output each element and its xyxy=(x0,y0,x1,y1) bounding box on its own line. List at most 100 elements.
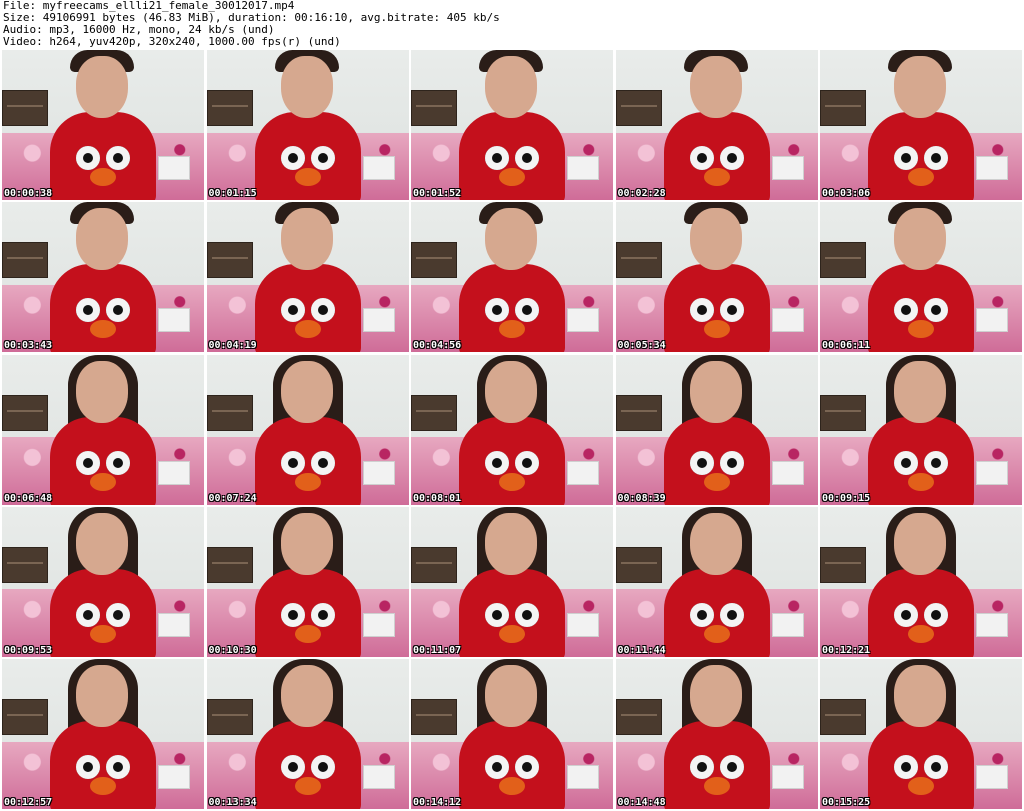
white-box xyxy=(771,308,804,333)
thumbnail-timestamp: 00:06:48 xyxy=(4,492,53,504)
video-info-line: Video: h264, yuv420p, 320x240, 1000.00 f… xyxy=(3,35,341,48)
face xyxy=(894,665,946,727)
shirt-print-eyes xyxy=(76,755,130,779)
white-box xyxy=(771,460,804,485)
shirt-print-nose xyxy=(90,472,116,491)
white-box xyxy=(158,156,190,180)
thumbnail-timestamp: 00:03:06 xyxy=(822,188,871,199)
face xyxy=(280,665,333,727)
face xyxy=(689,665,742,727)
face xyxy=(894,56,946,118)
dresser xyxy=(411,394,457,431)
face xyxy=(689,56,742,118)
thumbnail-timestamp: 00:09:15 xyxy=(822,492,871,504)
video-thumbnail: 00:15:25 xyxy=(820,659,1022,809)
dresser xyxy=(411,90,457,126)
video-thumbnail: 00:03:43 xyxy=(2,202,204,353)
shirt-print-eyes xyxy=(894,450,948,475)
white-box xyxy=(771,156,804,180)
video-thumbnail: 00:06:48 xyxy=(2,354,204,505)
face xyxy=(280,56,333,118)
shirt-print-eyes xyxy=(280,146,335,170)
dresser xyxy=(2,394,48,431)
video-thumbnail: 00:03:06 xyxy=(820,50,1022,200)
face xyxy=(689,360,742,423)
dresser xyxy=(820,699,866,735)
shirt-print-nose xyxy=(908,472,934,491)
white-box xyxy=(158,612,190,637)
video-thumbnail: 00:10:30 xyxy=(206,506,409,657)
video-thumbnail: 00:04:56 xyxy=(411,202,613,353)
dresser xyxy=(2,546,48,583)
dresser xyxy=(615,242,662,279)
shirt-print-nose xyxy=(499,624,525,643)
dresser xyxy=(206,394,253,431)
shirt-print-nose xyxy=(703,168,730,186)
shirt-print-nose xyxy=(703,320,730,339)
video-thumbnail: 00:13:34 xyxy=(206,659,409,809)
video-thumbnail: 00:09:53 xyxy=(2,506,204,657)
dresser xyxy=(2,242,48,279)
face xyxy=(280,512,333,575)
shirt-print-nose xyxy=(499,777,525,795)
face xyxy=(485,665,537,727)
white-box xyxy=(362,460,395,485)
shirt-print-nose xyxy=(703,777,730,795)
shirt-print-eyes xyxy=(485,755,539,779)
thumbnail-timestamp: 00:05:34 xyxy=(617,340,666,352)
white-box xyxy=(362,765,395,789)
dresser xyxy=(206,242,253,279)
white-box xyxy=(976,308,1008,333)
shirt-print-eyes xyxy=(280,602,335,627)
thumbnail-timestamp: 00:04:56 xyxy=(413,340,462,352)
face xyxy=(485,512,537,575)
white-box xyxy=(362,156,395,180)
shirt-print-eyes xyxy=(485,602,539,627)
video-thumbnail: 00:14:12 xyxy=(411,659,613,809)
thumbnail-timestamp: 00:06:11 xyxy=(822,340,871,352)
white-box xyxy=(567,612,599,637)
shirt-print-eyes xyxy=(894,755,948,779)
white-box xyxy=(362,612,395,637)
shirt-print-nose xyxy=(90,168,116,186)
video-thumbnail: 00:02:28 xyxy=(615,50,818,200)
face xyxy=(76,665,128,727)
video-thumbnail: 00:11:07 xyxy=(411,506,613,657)
thumbnail-timestamp: 00:00:38 xyxy=(4,188,53,199)
shirt-print-eyes xyxy=(485,146,539,170)
face xyxy=(485,208,537,271)
video-thumbnail: 00:11:44 xyxy=(615,506,818,657)
white-box xyxy=(158,308,190,333)
video-thumbnail: 00:01:15 xyxy=(206,50,409,200)
white-box xyxy=(362,308,395,333)
face xyxy=(894,512,946,575)
video-thumbnail: 00:09:15 xyxy=(820,354,1022,505)
shirt-print-eyes xyxy=(689,602,744,627)
dresser xyxy=(615,699,662,735)
shirt-print-nose xyxy=(294,320,321,339)
dresser xyxy=(2,90,48,126)
face xyxy=(76,208,128,271)
shirt-print-nose xyxy=(90,777,116,795)
thumbnail-timestamp: 00:14:48 xyxy=(617,797,666,808)
face xyxy=(76,360,128,423)
shirt-print-nose xyxy=(499,168,525,186)
thumbnail-timestamp: 00:08:39 xyxy=(617,492,666,504)
dresser xyxy=(411,699,457,735)
file-info-header: File: myfreecams_ellli21_female_30012017… xyxy=(3,0,1021,50)
shirt-print-eyes xyxy=(280,755,335,779)
face xyxy=(76,56,128,118)
dresser xyxy=(820,546,866,583)
face xyxy=(280,208,333,271)
thumbnail-timestamp: 00:09:53 xyxy=(4,644,53,656)
shirt-print-nose xyxy=(703,472,730,491)
face xyxy=(485,56,537,118)
video-thumbnail: 00:00:38 xyxy=(2,50,204,200)
thumbnail-timestamp: 00:14:12 xyxy=(413,797,462,808)
video-thumbnail: 00:08:39 xyxy=(615,354,818,505)
thumbnail-timestamp: 00:08:01 xyxy=(413,492,462,504)
video-thumbnail: 00:08:01 xyxy=(411,354,613,505)
thumbnail-timestamp: 00:12:21 xyxy=(822,644,871,656)
shirt-print-eyes xyxy=(76,450,130,475)
shirt-print-nose xyxy=(294,168,321,186)
